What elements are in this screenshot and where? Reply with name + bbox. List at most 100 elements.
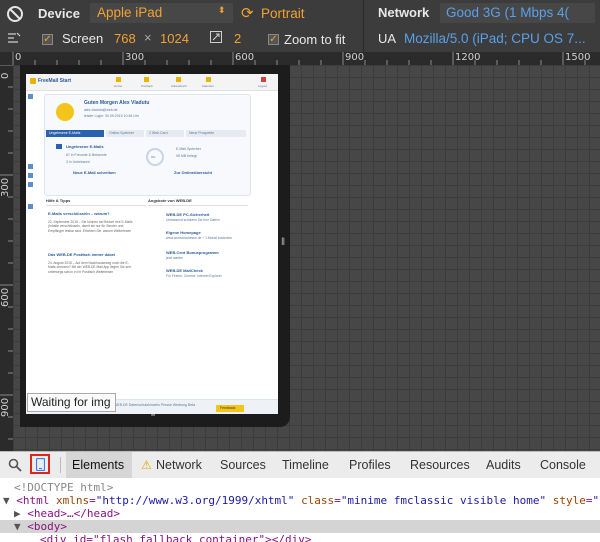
tab-sources[interactable]: Sources [220,458,266,472]
orientation-button[interactable]: Portrait [261,6,305,21]
ruler-tick-label: 0 [15,52,22,63]
device-pixel-ratio-icon [210,31,222,43]
devtools-tabbar: Elements ⚠ Network Sources Timeline Prof… [0,451,600,479]
sidebar-mail-icon[interactable] [28,94,33,99]
sidebar-doc-icon[interactable] [28,182,33,187]
toolbar-divider [363,0,364,52]
ruler-tick-label: 300 [125,52,145,63]
loading-status-tooltip: Waiting for img [27,393,116,412]
nav-inbox-icon[interactable]: Postfach [141,84,153,89]
tip2-title[interactable]: Das WEB.DE Postfach immer dabei [48,252,115,257]
screen-width-input[interactable]: 768 [114,31,136,46]
ruler-tick-label: 300 [0,177,11,197]
tab-elements[interactable]: Elements [72,458,124,472]
collapse-triangle-icon[interactable]: ▶ [14,507,21,520]
dom-node-html[interactable]: ▼ <html xmlns="http://www.w3.org/1999/xh… [0,494,600,507]
tab-storage[interactable]: Online-Speicher [106,130,144,137]
app-logo-icon [30,78,36,84]
dom-node-head[interactable]: ▶ <head>…</head> [0,507,600,520]
offer3-title[interactable]: WEB.Cent Bonusprogramm [166,250,219,255]
storage-value: 95 MB belegt [176,154,197,158]
emulated-screen[interactable]: FreeMail Start Home Postfach Adressbuch … [26,74,278,414]
tip1-text: 22. September 2015 – Sie können bei Beda… [48,220,133,233]
nav-contacts-icon[interactable]: Adressbuch [171,84,187,89]
expand-triangle-icon[interactable]: ▼ [3,494,10,507]
inbox-icon [144,77,149,82]
shrink-to-fit-icon[interactable] [6,30,22,46]
tab-audits[interactable]: Audits [486,458,521,472]
offer1-text: Umfassend schützen Sie Ihre Daten! [166,218,220,222]
tab-resources[interactable]: Resources [410,458,470,472]
tab-unread[interactable]: Ungelesene E-Mails [46,130,104,137]
sidebar-doc-icon[interactable] [28,173,33,178]
tab-network[interactable]: Network [156,458,202,472]
storage-gauge: 0% [146,148,164,166]
device-label: Device [38,6,80,21]
horizontal-ruler: 0 300 600 900 1200 1500 [0,52,600,66]
offer4-text: Für Firefox, Chrome, Internet Explorer [166,274,222,278]
new-mail-link[interactable]: Neue E-Mail schreiben [73,170,116,175]
tab-timeline[interactable]: Timeline [282,458,329,472]
offer4-title[interactable]: WEB.DE MailCheck [166,268,203,273]
device-mode-toggle[interactable] [30,454,50,474]
tab-console[interactable]: Console [540,458,586,472]
network-select-value: Good 3G (1 Mbps 4( [446,5,570,20]
resize-handle-right[interactable]: ‖ [281,237,289,249]
tip2-text: 24. August 2015 – Auf dem Nachhauseweg n… [48,261,131,274]
unread-line-1[interactable]: 67 in Freunde & Bekannte [66,153,107,158]
dom-node-body[interactable]: ▼ <body> [0,520,600,533]
sidebar-doc-icon[interactable] [28,164,33,169]
offer1-title[interactable]: WEB.DE PC-Sicherheit [166,212,209,217]
resize-handle-bottom[interactable]: ≡ [146,411,160,421]
offer2-title[interactable]: Eigene Homepage [166,230,201,235]
ruler-ticks [0,65,13,440]
dpr-input[interactable]: 2 [234,31,241,46]
screen-height-input[interactable]: 1024 [160,31,189,46]
network-select[interactable]: Good 3G (1 Mbps 4( [440,3,595,23]
divider [46,205,146,206]
ruler-tick-label: 1500 [565,52,591,63]
smiley-avatar-icon [56,103,74,121]
ua-input[interactable]: Mozilla/5.0 (iPad; CPU OS 7... [404,31,586,46]
dom-node-div[interactable]: <div id="flash_fallback_container"></div… [0,533,600,542]
unread-line-2[interactable]: 3 in Unbekannt [66,160,90,165]
rotate-icon[interactable]: ⟳ [241,4,254,22]
user-email: alex.vladutu@web.de [84,108,118,112]
zoom-to-fit-checkbox[interactable]: ✓ [268,34,279,45]
tip1-title[interactable]: E-Mails verschlüsseln – warum? [48,211,110,216]
divider [60,457,61,473]
unread-title: Ungelesene E-Mails [66,144,104,149]
nav-calendar-icon[interactable]: Kalender [202,84,214,89]
search-icon[interactable] [8,458,22,472]
footer-links[interactable]: WEB.DE Datenschutzhinweis Presse Werbung… [114,403,195,408]
greeting: Guten Morgen Alex Vladutu [84,100,150,106]
overview-link[interactable]: Zur Onlineübersicht [174,170,212,175]
tab-prospekte[interactable]: Neue Prospekte [186,130,246,137]
feedback-button[interactable]: Feedback [216,405,244,412]
device-select[interactable]: Apple iPad ⬍ [90,3,233,23]
ruler-tick-label: 600 [235,52,255,63]
nav-logout-icon[interactable]: Logout [258,84,267,89]
device-select-value: Apple iPad [97,5,163,20]
contacts-icon [176,77,181,82]
tab-webcard[interactable]: 2 Web.Card [146,130,184,137]
home-icon [116,77,121,82]
sidebar-calendar-icon[interactable] [28,204,33,209]
ruler-tick-label: 900 [0,397,11,417]
ruler-tick-label: 0 [0,72,11,79]
storage-title: E-Mail-Speicher [176,147,201,151]
screen-checkbox[interactable]: ✓ [42,34,53,45]
warning-icon: ⚠ [141,458,152,472]
tab-profiles[interactable]: Profiles [349,458,391,472]
expand-triangle-icon[interactable]: ▼ [14,520,21,533]
ruler-tick-label: 900 [345,52,365,63]
no-emulation-icon[interactable] [6,5,24,23]
dom-node-doctype[interactable]: <!DOCTYPE html> [0,481,600,494]
app-title: FreeMail Start [38,78,72,84]
ruler-tick-label: 600 [0,287,11,307]
zoom-to-fit-label: Zoom to fit [284,32,346,47]
screen-label: Screen [62,31,104,46]
times-sign: × [144,30,152,45]
tips-title: Hilfe & Tipps [46,198,71,203]
nav-home-icon[interactable]: Home [114,84,122,89]
